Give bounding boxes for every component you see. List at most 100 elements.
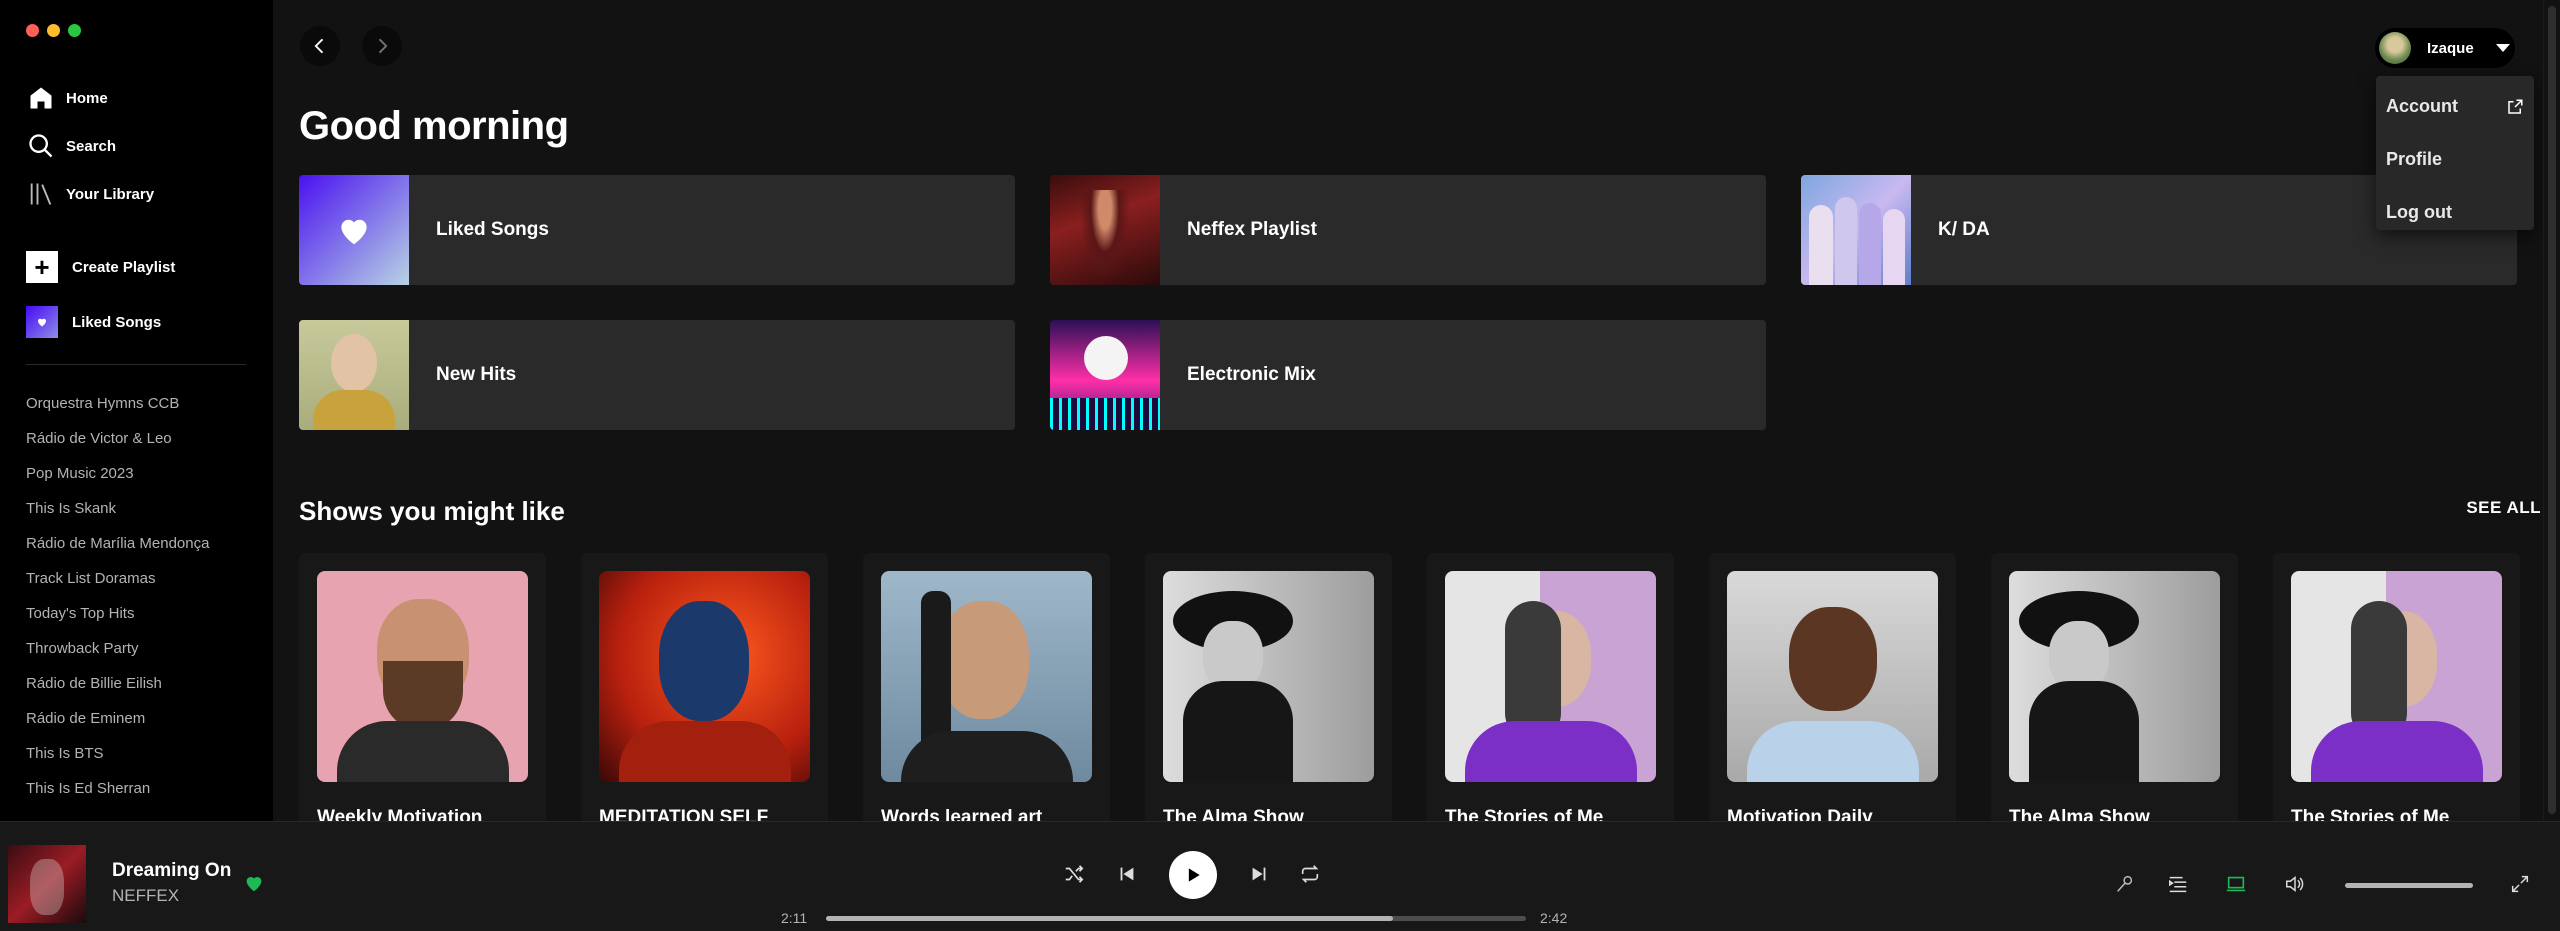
show-cover bbox=[2009, 571, 2220, 782]
microphone-icon bbox=[2117, 875, 2133, 892]
playlist-item[interactable]: Rádio de Eminem bbox=[26, 707, 209, 742]
nav-search[interactable]: Search bbox=[26, 130, 116, 162]
track-title[interactable]: Dreaming On bbox=[112, 860, 231, 882]
new-hits-cover bbox=[299, 320, 409, 430]
create-playlist-button[interactable]: + Create Playlist bbox=[26, 251, 175, 283]
repeat-button[interactable] bbox=[1294, 858, 1326, 890]
show-card[interactable]: MEDITATION SELF bbox=[581, 553, 828, 821]
track-artist[interactable]: NEFFEX bbox=[112, 886, 179, 906]
show-title: The Stories of Me bbox=[1445, 807, 1604, 821]
user-dropdown-menu: Account Profile Log out bbox=[2376, 76, 2534, 230]
plus-icon: + bbox=[26, 251, 58, 283]
menu-item-logout[interactable]: Log out bbox=[2380, 186, 2530, 239]
playlist-item[interactable]: Pop Music 2023 bbox=[26, 462, 209, 497]
menu-item-label: Profile bbox=[2386, 149, 2443, 169]
skip-back-icon bbox=[1120, 867, 1134, 881]
playlist-item[interactable]: Throwback Party bbox=[26, 637, 209, 672]
show-card[interactable]: Words learned art bbox=[863, 553, 1110, 821]
show-card[interactable]: The Stories of Me bbox=[1427, 553, 1674, 821]
back-button[interactable] bbox=[300, 26, 340, 66]
now-playing-bar: Dreaming On NEFFEX 2:11 2:42 bbox=[0, 821, 2560, 931]
maximize-window-button[interactable] bbox=[68, 24, 81, 37]
show-cover bbox=[881, 571, 1092, 782]
shuffle-button[interactable] bbox=[1058, 858, 1090, 890]
playlist-item[interactable]: This Is BTS bbox=[26, 742, 209, 777]
minimize-window-button[interactable] bbox=[47, 24, 60, 37]
show-title: MEDITATION SELF bbox=[599, 807, 769, 821]
fullscreen-button[interactable] bbox=[2505, 869, 2535, 899]
playlist-item[interactable]: Track List Doramas bbox=[26, 567, 209, 602]
sidebar-divider bbox=[26, 364, 246, 365]
show-cover bbox=[1163, 571, 1374, 782]
nav-home[interactable]: Home bbox=[26, 82, 108, 114]
play-button[interactable] bbox=[1169, 851, 1217, 899]
expand-icon bbox=[2511, 875, 2529, 893]
see-all-link[interactable]: SEE ALL bbox=[2466, 498, 2541, 518]
liked-songs-link[interactable]: Liked Songs bbox=[26, 306, 161, 338]
page-title: Good morning bbox=[299, 104, 569, 148]
mute-button[interactable] bbox=[2280, 869, 2310, 899]
heart-icon bbox=[246, 877, 262, 892]
progress-fill bbox=[826, 916, 1393, 921]
create-playlist-label: Create Playlist bbox=[72, 258, 176, 276]
external-link-icon bbox=[2508, 99, 2523, 114]
next-button[interactable] bbox=[1243, 858, 1275, 890]
forward-button[interactable] bbox=[362, 26, 402, 66]
quick-pick-title: Electronic Mix bbox=[1187, 364, 1316, 385]
quick-pick-title: New Hits bbox=[436, 364, 517, 385]
track-cover[interactable] bbox=[8, 845, 86, 923]
volume-icon bbox=[2286, 876, 2304, 892]
close-window-button[interactable] bbox=[26, 24, 39, 37]
menu-item-account[interactable]: Account bbox=[2380, 80, 2530, 133]
playlist-item[interactable]: Rádio de Victor & Leo bbox=[26, 427, 209, 462]
show-title: The Alma Show bbox=[1163, 807, 1304, 821]
queue-button[interactable] bbox=[2163, 869, 2193, 899]
playlist-item[interactable]: Rádio de Marília Mendonça bbox=[26, 532, 209, 567]
like-button[interactable] bbox=[243, 872, 265, 899]
progress-bar[interactable] bbox=[826, 916, 1526, 921]
connect-device-button[interactable] bbox=[2221, 869, 2251, 899]
shuffle-icon bbox=[1065, 865, 1084, 883]
scrollbar-thumb[interactable] bbox=[2548, 6, 2556, 814]
show-card[interactable]: Motivation Daily bbox=[1709, 553, 1956, 821]
show-cover bbox=[1445, 571, 1656, 782]
show-card[interactable]: Weekly Motivation bbox=[299, 553, 546, 821]
playlist-item[interactable]: This Is Ed Sherran bbox=[26, 777, 209, 812]
heart-icon bbox=[26, 306, 58, 338]
playlist-item[interactable]: Orquestra Hymns CCB bbox=[26, 392, 209, 427]
previous-button[interactable] bbox=[1111, 858, 1143, 890]
queue-icon bbox=[2169, 876, 2187, 893]
quick-pick-new-hits[interactable]: New Hits bbox=[299, 320, 1015, 430]
chevron-right-icon bbox=[378, 38, 388, 54]
playlist-item[interactable]: This Is Skank bbox=[26, 497, 209, 532]
show-card[interactable]: The Alma Show bbox=[1145, 553, 1392, 821]
menu-item-label: Log out bbox=[2386, 202, 2452, 222]
sidebar: Home Search Your Library + Create Playli… bbox=[0, 0, 273, 821]
nav-library-label: Your Library bbox=[66, 185, 155, 203]
liked-songs-cover bbox=[299, 175, 409, 285]
show-title: Words learned art bbox=[881, 807, 1043, 821]
menu-item-profile[interactable]: Profile bbox=[2380, 133, 2530, 186]
volume-slider[interactable] bbox=[2345, 883, 2473, 888]
quick-pick-liked-songs[interactable]: Liked Songs bbox=[299, 175, 1015, 285]
quick-pick-title: Liked Songs bbox=[436, 219, 549, 240]
main-scrollbar[interactable] bbox=[2543, 0, 2560, 821]
user-menu-button[interactable]: Izaque bbox=[2375, 28, 2515, 68]
playlist-item[interactable]: Rádio de Billie Eilish bbox=[26, 672, 209, 707]
play-icon bbox=[1188, 868, 1200, 882]
quick-pick-title: K/ DA bbox=[1938, 219, 1990, 240]
repeat-icon bbox=[1301, 865, 1319, 883]
show-card[interactable]: The Stories of Me bbox=[2273, 553, 2520, 821]
nav-library[interactable]: Your Library bbox=[26, 178, 154, 210]
quick-pick-electronic-mix[interactable]: Electronic Mix bbox=[1050, 320, 1766, 430]
main-content: Good morning Liked Songs Neffex Playlist… bbox=[273, 0, 2543, 821]
playlist-item[interactable]: Today's Top Hits bbox=[26, 602, 209, 637]
skip-forward-icon bbox=[1252, 867, 1266, 881]
show-card[interactable]: The Alma Show bbox=[1991, 553, 2238, 821]
laptop-icon bbox=[2226, 876, 2246, 892]
quick-pick-neffex[interactable]: Neffex Playlist bbox=[1050, 175, 1766, 285]
show-cover bbox=[599, 571, 810, 782]
lyrics-button[interactable] bbox=[2110, 869, 2140, 899]
show-title: Motivation Daily bbox=[1727, 807, 1873, 821]
show-title: The Alma Show bbox=[2009, 807, 2150, 821]
